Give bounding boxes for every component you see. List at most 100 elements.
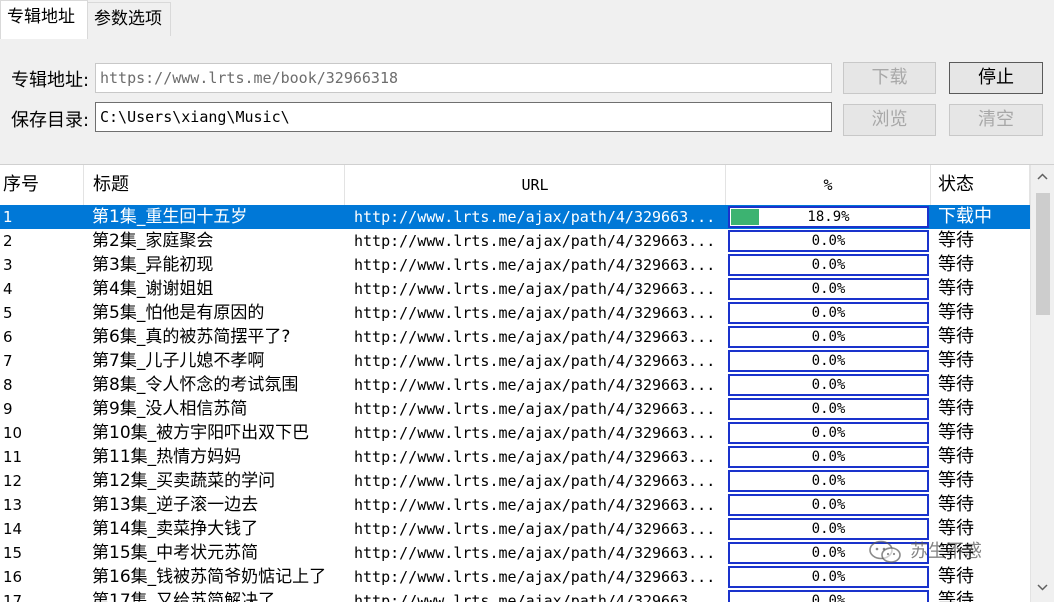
progress-text: 0.0% [811, 305, 846, 321]
progress-bar: 0.0% [728, 398, 929, 420]
scrollbar-thumb[interactable] [1036, 193, 1050, 315]
progress-bar: 0.0% [728, 302, 929, 324]
row-index: 5 [3, 304, 13, 322]
table-row[interactable]: 7 第7集_儿子儿媳不孝啊 http://www.lrts.me/ajax/path… [0, 349, 1030, 373]
chevron-up-icon[interactable] [1031, 167, 1054, 187]
table-row[interactable]: 1 第1集_重生回十五岁 http://www.lrts.me/ajax/path/… [0, 205, 1030, 229]
tab-bar: 专辑地址 参数选项 [0, 0, 1054, 39]
row-status: 等待 [938, 230, 974, 251]
row-status: 等待 [938, 422, 974, 443]
table-row[interactable]: 10 第10集_被方宇阳吓出双下巴 http://www.lrts.me/ajax/… [0, 421, 1030, 445]
column-header-percent[interactable]: % [726, 165, 931, 205]
tab-album-url[interactable]: 专辑地址 [0, 0, 88, 39]
progress-bar: 18.9% [728, 206, 929, 228]
progress-bar: 0.0% [728, 590, 929, 602]
table-row[interactable]: 2 第2集_家庭聚会 http://www.lrts.me/ajax/path/4/… [0, 229, 1030, 253]
row-title: 第16集_钱被苏简爷奶惦记上了 [92, 567, 327, 587]
form-panel: 专辑地址: https://www.lrts.me/book/32966318 … [0, 38, 1054, 161]
row-status: 等待 [938, 326, 974, 347]
row-index: 6 [3, 328, 13, 346]
stop-button[interactable]: 停止 [949, 62, 1043, 94]
row-title: 第7集_儿子儿媳不孝啊 [92, 351, 265, 371]
column-header-index[interactable]: 序号 [0, 165, 84, 205]
progress-text: 0.0% [811, 425, 846, 441]
watermark-text: 苏生不惑 [910, 541, 982, 562]
row-url: http://www.lrts.me/ajax/path/4/329663... [354, 400, 716, 418]
progress-text: 0.0% [811, 569, 846, 585]
row-title: 第5集_怕他是有原因的 [92, 303, 265, 323]
row-url: http://www.lrts.me/ajax/path/4/329663... [354, 496, 716, 514]
progress-text: 0.0% [811, 401, 846, 417]
row-url: http://www.lrts.me/ajax/path/4/329663... [354, 280, 716, 298]
tab-options[interactable]: 参数选项 [87, 2, 171, 36]
progress-bar: 0.0% [728, 494, 929, 516]
row-progress-cell: 0.0% [728, 589, 929, 602]
row-title: 第1集_重生回十五岁 [92, 207, 248, 227]
row-index: 12 [3, 472, 23, 490]
row-progress-cell: 0.0% [728, 445, 929, 469]
row-title: 第12集_买卖蔬菜的学问 [92, 471, 276, 491]
row-status: 等待 [938, 470, 974, 491]
table-row[interactable]: 5 第5集_怕他是有原因的 http://www.lrts.me/ajax/path… [0, 301, 1030, 325]
save-dir-input[interactable]: C:\Users\xiang\Music\ [95, 102, 832, 132]
table-row[interactable]: 8 第8集_令人怀念的考试氛围 http://www.lrts.me/ajax/pa… [0, 373, 1030, 397]
table-row[interactable]: 17 第17集_又给苏简解决了 http://www.lrts.me/ajax/pa… [0, 589, 1030, 602]
column-header-status[interactable]: 状态 [931, 165, 1030, 205]
save-dir-label: 保存目录: [11, 110, 90, 131]
progress-text: 0.0% [811, 449, 846, 465]
row-status: 等待 [938, 278, 974, 299]
row-index: 17 [3, 592, 23, 602]
row-status: 等待 [938, 590, 974, 602]
row-index: 3 [3, 256, 13, 274]
progress-text: 0.0% [811, 521, 846, 537]
progress-text: 18.9% [807, 209, 850, 225]
progress-text: 0.0% [811, 233, 846, 249]
vertical-scrollbar[interactable] [1030, 165, 1054, 602]
progress-text: 0.0% [811, 497, 846, 513]
column-header-title[interactable]: 标题 [84, 165, 345, 205]
row-status: 等待 [938, 398, 974, 419]
row-index: 16 [3, 568, 23, 586]
table-row[interactable]: 13 第13集_逆子滚一边去 http://www.lrts.me/ajax/pat… [0, 493, 1030, 517]
row-url: http://www.lrts.me/ajax/path/4/329663... [354, 520, 716, 538]
table-row[interactable]: 11 第11集_热情方妈妈 http://www.lrts.me/ajax/path… [0, 445, 1030, 469]
watermark: 苏生不惑 [868, 537, 982, 567]
column-header-url[interactable]: URL [345, 165, 726, 205]
browse-button[interactable]: 浏览 [843, 104, 936, 136]
wechat-icon [869, 540, 901, 563]
row-index: 7 [3, 352, 13, 370]
row-index: 1 [3, 208, 13, 226]
row-progress-cell: 0.0% [728, 325, 929, 349]
row-index: 4 [3, 280, 13, 298]
row-url: http://www.lrts.me/ajax/path/4/329663... [354, 544, 716, 562]
row-index: 2 [3, 232, 13, 250]
row-index: 8 [3, 376, 13, 394]
download-button[interactable]: 下载 [843, 62, 936, 94]
chevron-down-icon[interactable] [1031, 578, 1054, 598]
clear-button[interactable]: 清空 [949, 104, 1043, 136]
row-progress-cell: 0.0% [728, 469, 929, 493]
album-url-input[interactable]: https://www.lrts.me/book/32966318 [95, 63, 832, 93]
row-index: 9 [3, 400, 13, 418]
row-index: 13 [3, 496, 23, 514]
row-progress-cell: 18.9% [728, 205, 929, 229]
progress-bar: 0.0% [728, 326, 929, 348]
row-title: 第14集_卖菜挣大钱了 [92, 519, 259, 539]
table-row[interactable]: 9 第9集_没人相信苏简 http://www.lrts.me/ajax/path/… [0, 397, 1030, 421]
progress-text: 0.0% [811, 257, 846, 273]
table-row[interactable]: 3 第3集_异能初现 http://www.lrts.me/ajax/path/4/… [0, 253, 1030, 277]
table-row[interactable]: 12 第12集_买卖蔬菜的学问 http://www.lrts.me/ajax/pa… [0, 469, 1030, 493]
row-url: http://www.lrts.me/ajax/path/4/329663... [354, 304, 716, 322]
table-row[interactable]: 16 第16集_钱被苏简爷奶惦记上了 http://www.lrts.me/ajax… [0, 565, 1030, 589]
row-url: http://www.lrts.me/ajax/path/4/329663... [354, 232, 716, 250]
progress-bar: 0.0% [728, 566, 929, 588]
table-row[interactable]: 6 第6集_真的被苏简摆平了? http://www.lrts.me/ajax/pa… [0, 325, 1030, 349]
row-title: 第17集_又给苏简解决了 [92, 591, 276, 602]
row-title: 第13集_逆子滚一边去 [92, 495, 259, 515]
row-status: 等待 [938, 566, 974, 587]
table-row[interactable]: 4 第4集_谢谢姐姐 http://www.lrts.me/ajax/path/4/… [0, 277, 1030, 301]
row-status: 等待 [938, 446, 974, 467]
progress-text: 0.0% [811, 377, 846, 393]
progress-bar: 0.0% [728, 278, 929, 300]
progress-text: 0.0% [811, 353, 846, 369]
